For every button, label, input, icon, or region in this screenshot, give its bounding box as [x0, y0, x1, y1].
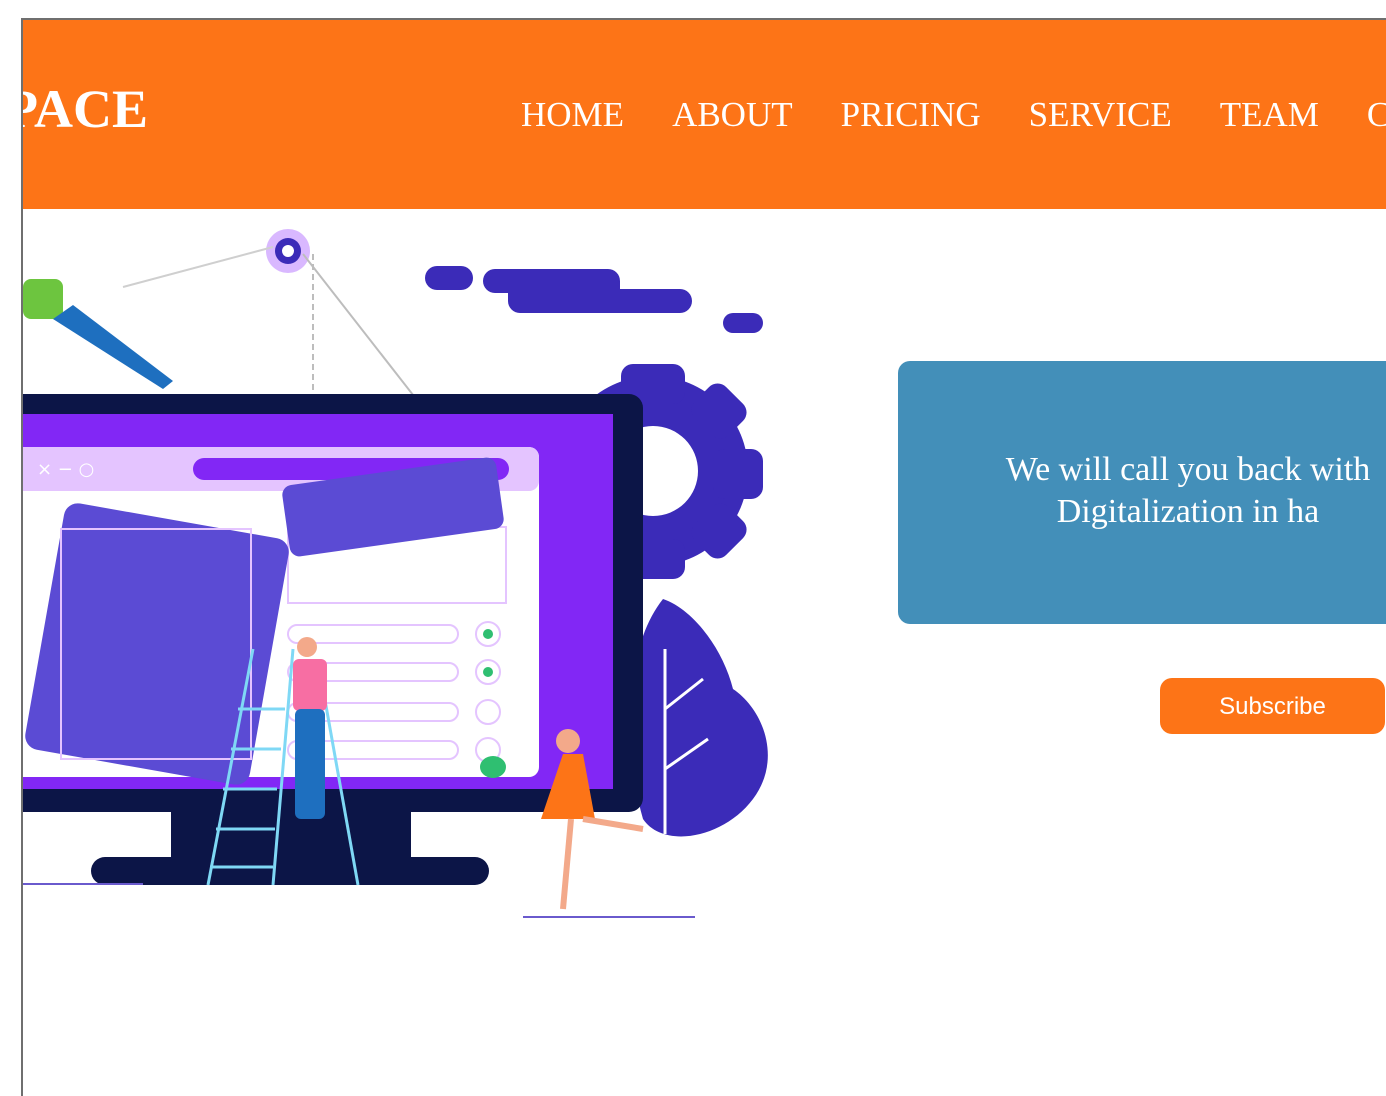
main-nav: HOME ABOUT PRICING SERVICE TEAM C	[521, 94, 1386, 136]
nav-home[interactable]: HOME	[521, 94, 624, 136]
nav-team[interactable]: TEAM	[1220, 94, 1319, 136]
callback-callout: We will call you back with Digitalizatio…	[898, 361, 1386, 624]
nav-service[interactable]: SERVICE	[1029, 94, 1172, 136]
hero-illustration: × − ○	[23, 209, 783, 929]
nav-pricing[interactable]: PRICING	[841, 94, 981, 136]
callout-text: We will call you back with Digitalizatio…	[1005, 451, 1371, 530]
nav-contact[interactable]: C	[1367, 94, 1386, 136]
nav-about[interactable]: ABOUT	[672, 94, 793, 136]
subscribe-button[interactable]: Subscribe	[1160, 678, 1385, 734]
site-logo[interactable]: PACE	[23, 82, 148, 136]
site-header: PACE HOME ABOUT PRICING SERVICE TEAM C	[23, 20, 1386, 209]
svg-text:× − ○: × − ○	[37, 459, 94, 480]
